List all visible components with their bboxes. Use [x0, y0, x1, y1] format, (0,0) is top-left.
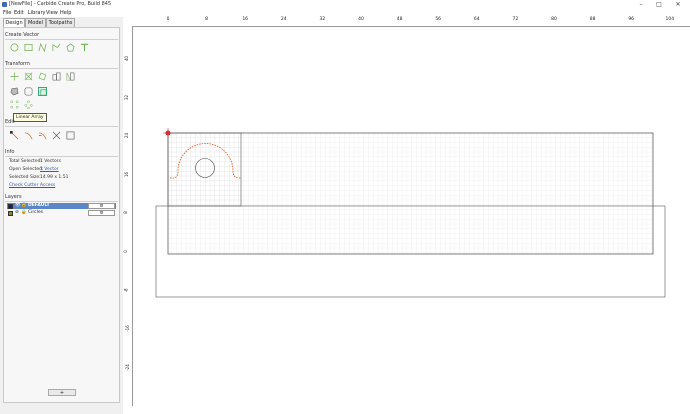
open-selected-value[interactable]: 1 Vector: [40, 167, 59, 172]
rotate-icon[interactable]: [38, 72, 47, 81]
divider: [5, 201, 118, 202]
ruler-tick-label: 24: [124, 133, 130, 139]
eye-hidden-icon[interactable]: ⊘: [15, 210, 19, 216]
gear-icon[interactable]: ⚙: [88, 210, 115, 216]
ruler-tick-label: 32: [319, 17, 326, 22]
polygon-tool[interactable]: [66, 43, 75, 52]
move-icon[interactable]: [10, 72, 19, 81]
ruler-tick-label: 0: [122, 250, 128, 253]
layer-color-swatch[interactable]: [8, 210, 13, 216]
layer-row-default[interactable]: 👁 🔒 DEFAULT ⚙: [7, 203, 116, 209]
ruler-tick-label: 48: [396, 17, 403, 22]
array-icon[interactable]: [38, 87, 47, 96]
boolean-icon[interactable]: [66, 131, 75, 140]
curve-tool[interactable]: [38, 43, 47, 52]
divider: [5, 68, 118, 69]
offset-icon[interactable]: [10, 87, 19, 96]
ruler-tick-label: 40: [358, 17, 364, 22]
app-icon: [2, 2, 7, 7]
linear-array-tooltip: Linear Array: [13, 113, 47, 122]
ruler-tick-label: -16: [124, 325, 130, 332]
mirror-icon[interactable]: [66, 72, 75, 81]
section-layers: Layers: [5, 194, 22, 200]
selected-size-value: 14.99 x 1.51: [40, 175, 69, 180]
open-selected-row: Open Selected: 1 Vector: [9, 167, 59, 172]
ruler-tick-label: 72: [512, 17, 519, 22]
divider: [5, 39, 118, 40]
rectangle-tool[interactable]: [24, 43, 33, 52]
ruler-tick-label: 96: [628, 17, 635, 22]
ruler-tick-label: 88: [589, 17, 596, 22]
ruler-tick-label: 32: [124, 94, 130, 100]
tab-toolpaths[interactable]: Toolpaths: [46, 18, 75, 27]
lock-icon[interactable]: 🔒: [21, 210, 27, 216]
layer-name: Circles: [28, 210, 43, 215]
drawing-area[interactable]: [133, 27, 690, 407]
maximize-button[interactable]: □: [652, 0, 666, 9]
text-tool[interactable]: [80, 43, 89, 52]
section-edit: Edit: [5, 119, 15, 125]
tab-model[interactable]: Model: [25, 18, 46, 27]
ruler-tick-label: 8: [205, 17, 209, 22]
layer-name: DEFAULT: [28, 203, 50, 208]
divider: [5, 126, 118, 127]
add-layer-button[interactable]: +: [48, 389, 76, 396]
ruler-tick-label: 0: [166, 17, 170, 22]
node-edit-icon[interactable]: [10, 131, 19, 140]
menu-bar: File Edit Library View Help: [0, 9, 690, 17]
fillet-icon[interactable]: [24, 87, 33, 96]
ruler-tick-label: 16: [242, 17, 249, 22]
ruler-tick-label: 56: [435, 17, 442, 22]
menu-library[interactable]: Library: [28, 10, 45, 16]
menu-view[interactable]: View: [46, 10, 58, 16]
circle-tool[interactable]: [10, 43, 19, 52]
ruler-tick-label: -24: [124, 364, 130, 371]
ruler-tick-label: 40: [124, 55, 130, 62]
menu-file[interactable]: File: [3, 10, 11, 16]
scale-icon[interactable]: [24, 72, 33, 81]
open-selected-label: Open Selected:: [9, 167, 44, 172]
title-bar: [NewFile] - Carbide Create Pro, Build 84…: [0, 0, 690, 9]
ruler-tick-label: 104: [665, 17, 675, 22]
check-cutter-access-link[interactable]: Check Cutter Access: [9, 183, 55, 188]
menu-help[interactable]: Help: [60, 10, 71, 16]
cut-icon[interactable]: [52, 131, 61, 140]
close-button[interactable]: ✕: [671, 0, 685, 9]
layer-row-circles[interactable]: ⊘ 🔒 Circles ⚙: [7, 210, 116, 216]
circular-array-icon[interactable]: [24, 100, 33, 109]
polyline-tool[interactable]: [52, 43, 61, 52]
ruler-tick-label: 64: [473, 17, 480, 22]
ruler-tick-label: 8: [122, 211, 128, 215]
ruler-tick-label: 16: [124, 171, 130, 177]
vertical-ruler: 40 32 24 16 8 0 -8 -16 -24: [123, 26, 133, 406]
horizontal-ruler: 0 8 16 24 32 40 48 56 64 72 80 88 96 104: [133, 17, 690, 27]
ruler-tick-label: 24: [280, 17, 287, 22]
trim-icon[interactable]: [38, 131, 47, 140]
section-transform: Transform: [5, 61, 30, 67]
design-panel: Create Vector Transform Linear Array Edi…: [3, 27, 120, 403]
minimize-button[interactable]: –: [634, 0, 648, 9]
gear-icon[interactable]: ⚙: [88, 203, 115, 209]
menu-edit[interactable]: Edit: [14, 10, 24, 16]
ruler-tick-label: -8: [123, 288, 129, 293]
align-icon[interactable]: [52, 72, 61, 81]
selected-size-label: Selected Size:: [9, 175, 41, 180]
join-icon[interactable]: [24, 131, 33, 140]
selected-size-row: Selected Size: 14.99 x 1.51: [9, 175, 68, 180]
layer-color-swatch[interactable]: [8, 203, 13, 209]
total-selected-row: Total Selected: 1 Vectors: [9, 159, 61, 164]
section-create-vector: Create Vector: [5, 32, 40, 38]
divider: [5, 156, 118, 157]
ruler-tick-label: 80: [551, 17, 557, 22]
section-info: Info: [5, 149, 15, 155]
total-selected-value: 1 Vectors: [40, 159, 61, 164]
linear-array-icon[interactable]: [10, 100, 19, 109]
total-selected-label: Total Selected:: [9, 159, 42, 164]
eye-icon[interactable]: 👁: [15, 203, 21, 209]
lock-icon[interactable]: 🔒: [21, 203, 27, 209]
window-title: [NewFile] - Carbide Create Pro, Build 84…: [9, 1, 112, 7]
part-rectangle[interactable]: [167, 132, 242, 207]
